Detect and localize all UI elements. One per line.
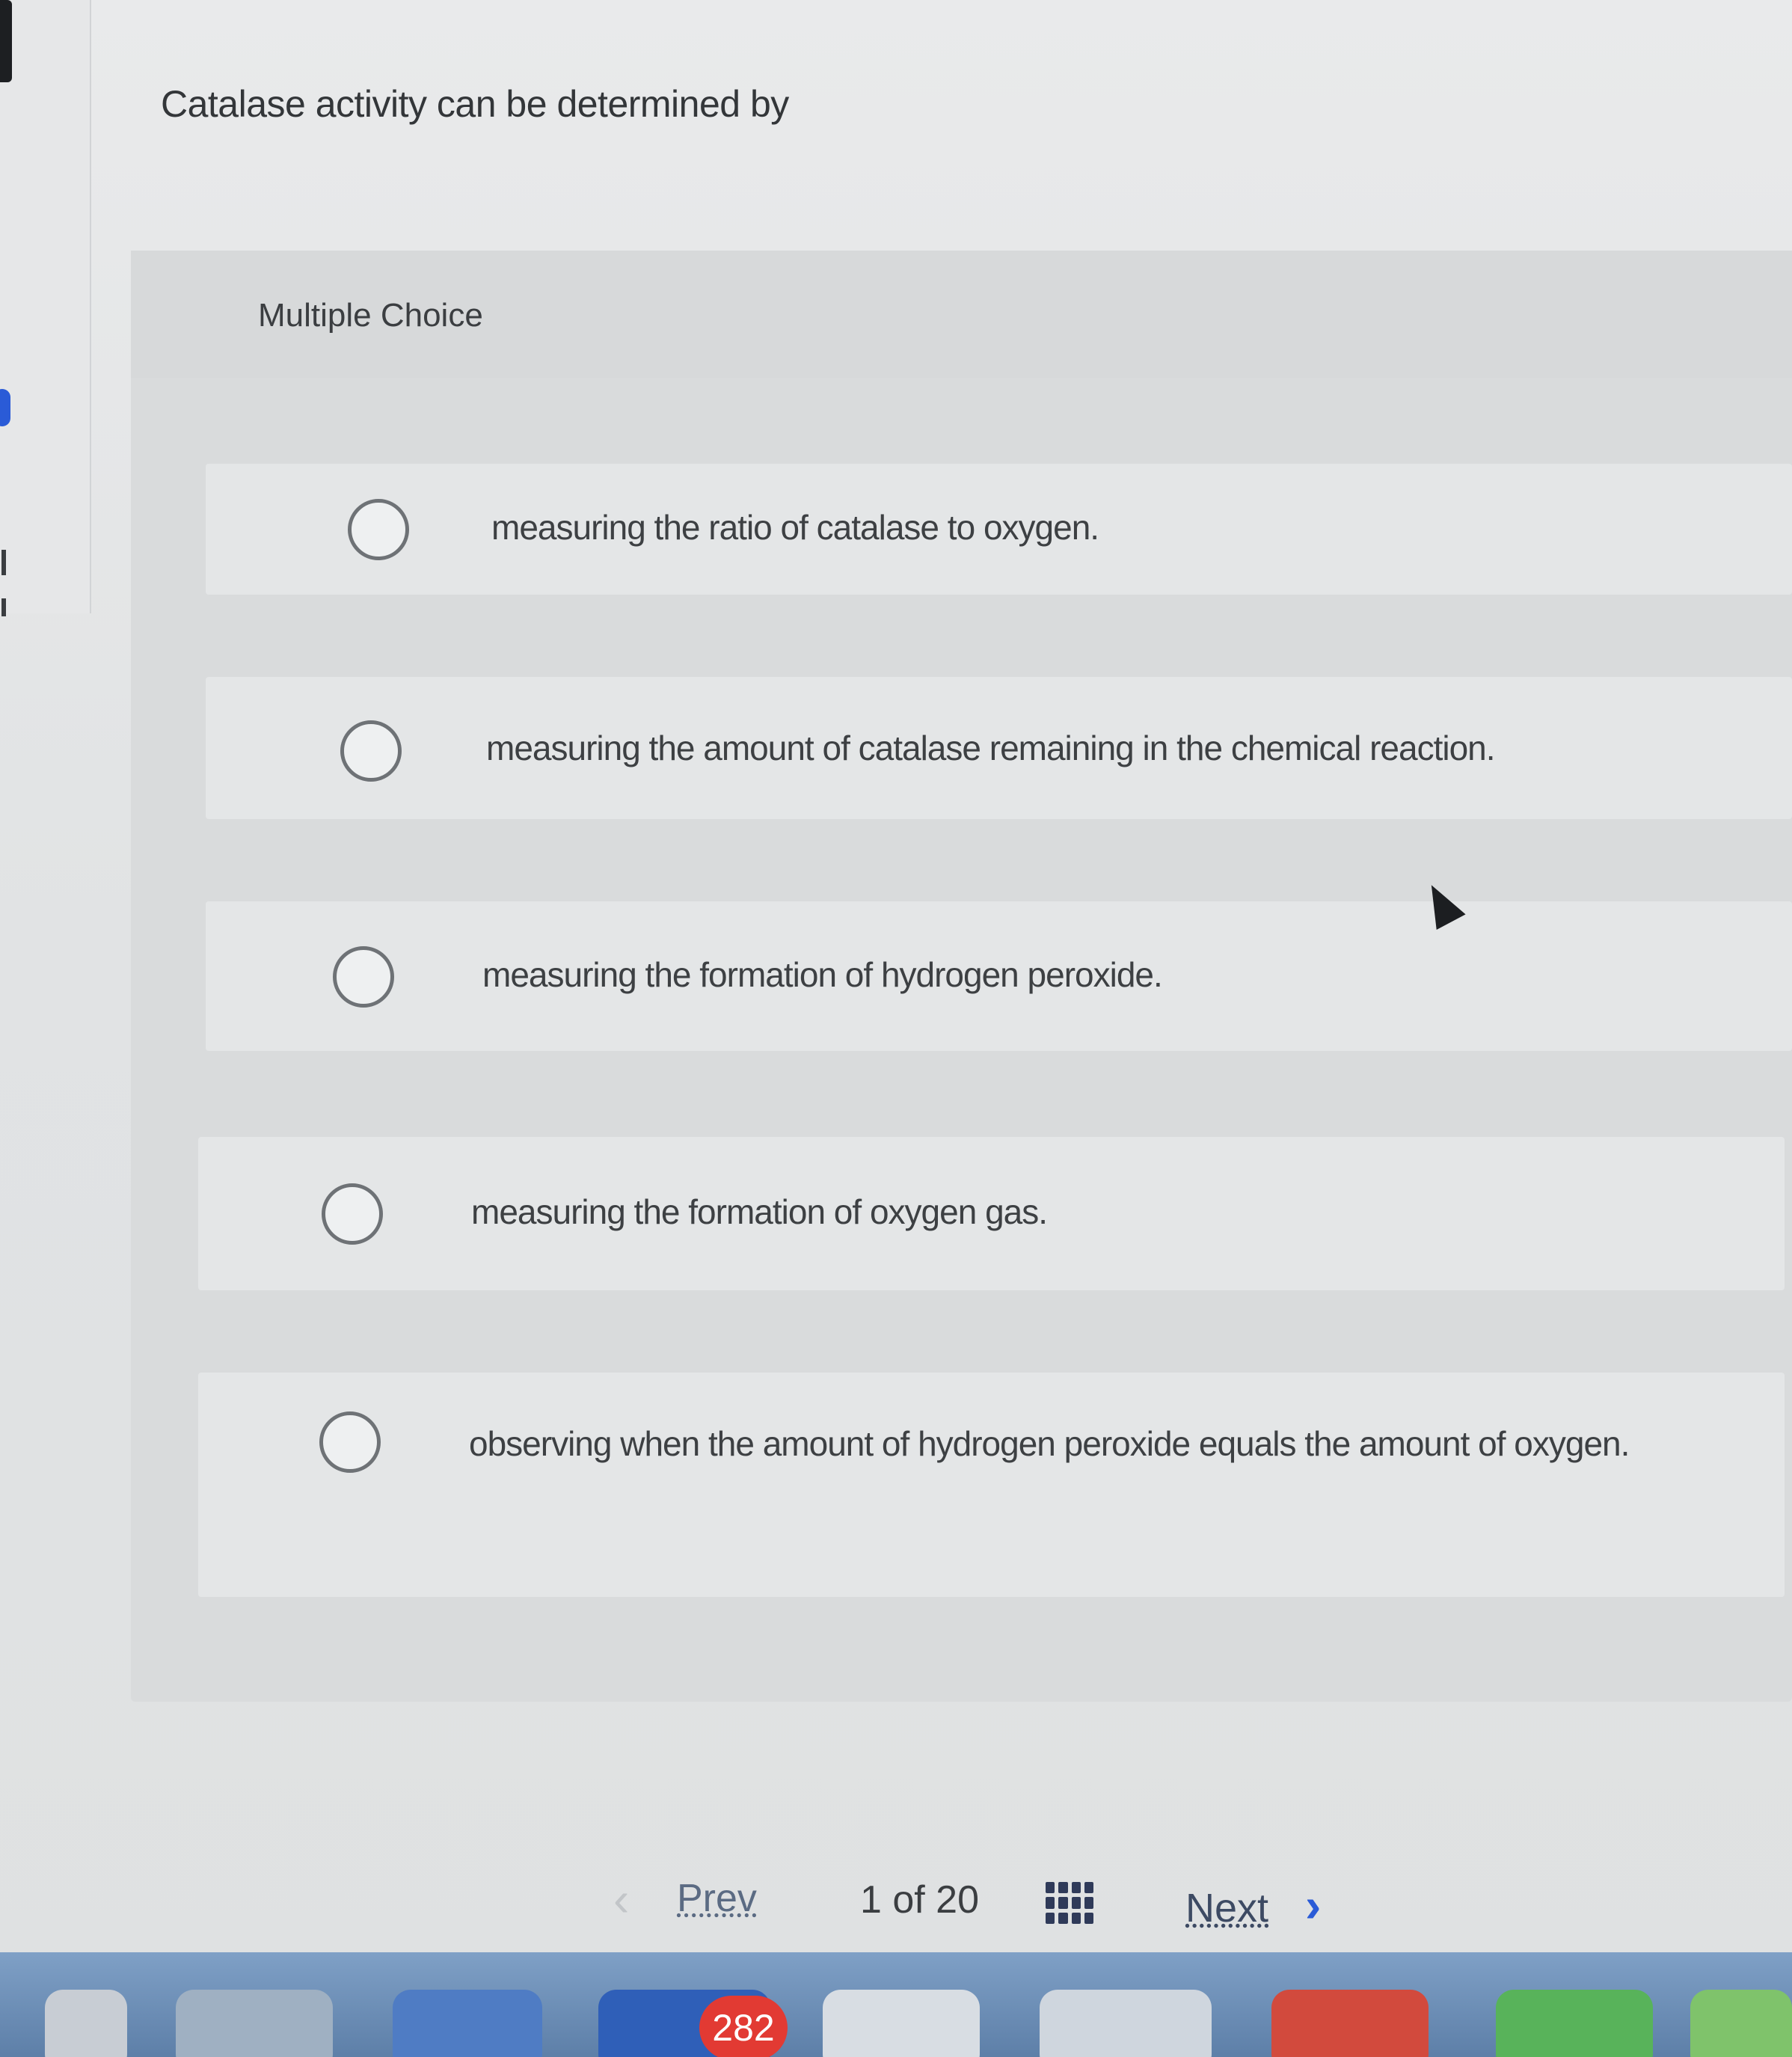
- dock: [0, 1952, 1792, 2057]
- quiz-screen: Catalase activity can be determined by M…: [0, 0, 1792, 2057]
- dock-app-icon[interactable]: [176, 1990, 333, 2057]
- next-button[interactable]: Next: [1185, 1885, 1268, 1931]
- multiple-choice-header: Multiple Choice: [131, 251, 1792, 378]
- question-prompt: Catalase activity can be determined by: [161, 83, 789, 125]
- chevron-right-icon[interactable]: ›: [1305, 1877, 1321, 1933]
- answer-option-label: measuring the ratio of catalase to oxyge…: [491, 508, 1099, 547]
- sidebar-blue-tab[interactable]: [0, 389, 10, 426]
- radio-button[interactable]: [340, 720, 402, 782]
- question-grid-icon[interactable]: [1046, 1882, 1093, 1924]
- dock-app-icon[interactable]: [1496, 1990, 1653, 2057]
- multiple-choice-panel: Multiple Choice measuring the ratio of c…: [131, 251, 1792, 1702]
- dock-app-icon[interactable]: [823, 1990, 980, 2057]
- radio-button[interactable]: [319, 1411, 381, 1473]
- sidebar-tick: [1, 598, 6, 616]
- radio-button[interactable]: [322, 1183, 383, 1245]
- answer-option[interactable]: measuring the formation of hydrogen pero…: [206, 901, 1792, 1051]
- sidebar-indicator-bar: [0, 0, 12, 82]
- prev-button[interactable]: Prev: [677, 1876, 757, 1921]
- answer-option-label: measuring the formation of oxygen gas.: [471, 1192, 1048, 1231]
- dock-app-icon[interactable]: [1271, 1990, 1429, 2057]
- answer-option-label: measuring the formation of hydrogen pero…: [482, 955, 1163, 994]
- dock-app-icon[interactable]: [1040, 1990, 1212, 2057]
- answer-option[interactable]: measuring the formation of oxygen gas.: [198, 1137, 1785, 1290]
- answer-option-label: measuring the amount of catalase remaini…: [486, 729, 1496, 767]
- dock-app-icon[interactable]: [393, 1990, 542, 2057]
- radio-button[interactable]: [348, 499, 409, 560]
- radio-button[interactable]: [333, 946, 394, 1008]
- answer-option[interactable]: measuring the ratio of catalase to oxyge…: [206, 464, 1792, 595]
- dock-app-icon[interactable]: [1690, 1990, 1792, 2057]
- question-type-label: Multiple Choice: [258, 297, 483, 334]
- sidebar-tick: [1, 550, 6, 575]
- pagination-bar: ‹ Prev 1 of 20 Next ›: [0, 1855, 1792, 1960]
- dock-app-icon[interactable]: [45, 1990, 127, 2057]
- chevron-left-icon[interactable]: ‹: [613, 1871, 629, 1927]
- answer-option-label: observing when the amount of hydrogen pe…: [469, 1424, 1630, 1463]
- answer-option[interactable]: observing when the amount of hydrogen pe…: [198, 1373, 1785, 1597]
- answer-option[interactable]: measuring the amount of catalase remaini…: [206, 677, 1792, 819]
- left-sidebar-edge: [0, 0, 91, 616]
- page-indicator: 1 of 20: [860, 1878, 980, 1922]
- notification-badge: 282: [699, 1996, 788, 2057]
